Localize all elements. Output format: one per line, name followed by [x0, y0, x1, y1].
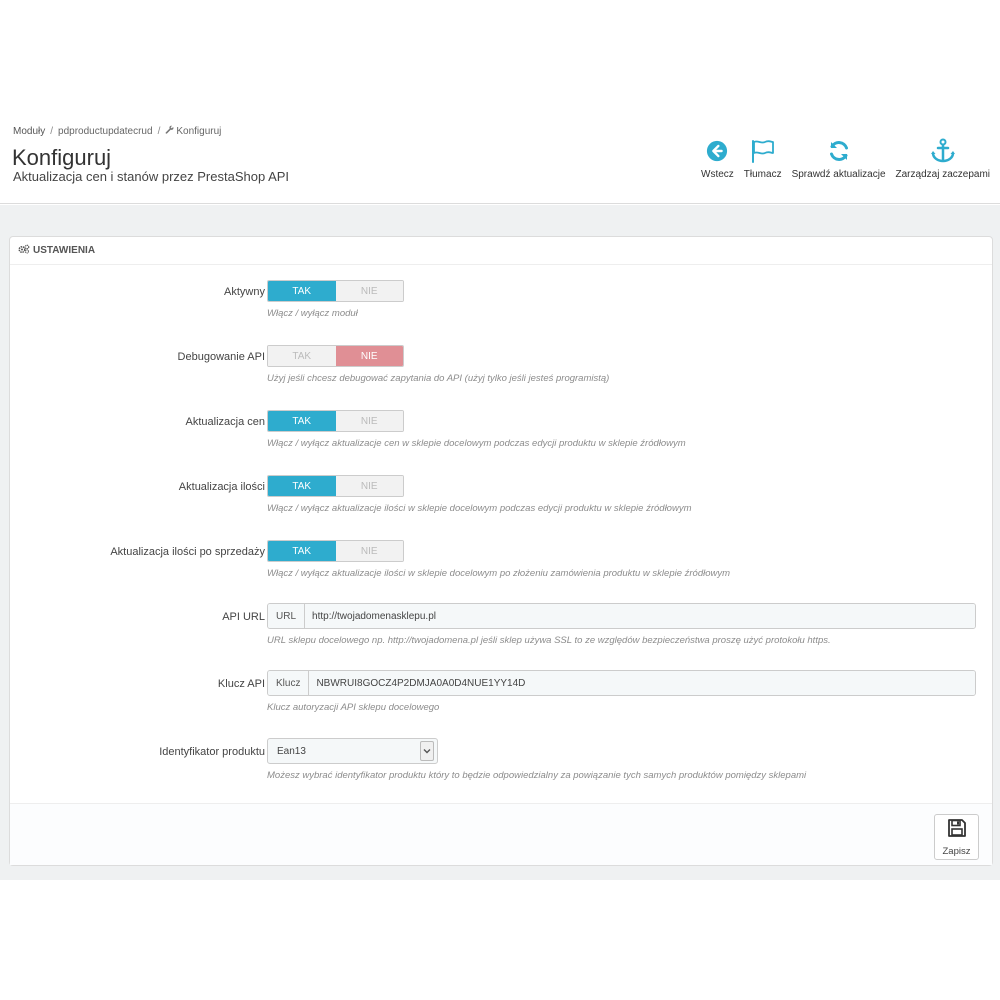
- switch-no[interactable]: NIE: [335, 541, 403, 561]
- product-id-select-value: Ean13: [277, 745, 306, 757]
- api-key-input-group: Klucz NBWRUI8GOCZ4P2DMJA0A0D4NUE1YY14D: [267, 670, 976, 696]
- page-header: Moduły / pdproductupdatecrud / Konfiguruj Ko…: [0, 112, 1000, 204]
- breadcrumb-separator: /: [157, 126, 161, 137]
- field-label: Identyfikator produktu: [159, 746, 265, 758]
- field-help: Włącz / wyłącz aktualizacje cen w sklepi…: [267, 438, 686, 449]
- manage-hooks-button[interactable]: Zarządzaj zaczepami: [891, 136, 995, 180]
- field-label: API URL: [222, 611, 265, 623]
- breadcrumb-item-configure: Konfiguruj: [176, 126, 222, 137]
- switch-no[interactable]: NIE: [335, 281, 403, 301]
- field-help: Włącz / wyłącz moduł: [267, 308, 358, 319]
- page: Moduły / pdproductupdatecrud / Konfiguruj Ko…: [0, 0, 1000, 1000]
- active-switch[interactable]: TAK NIE: [267, 280, 404, 302]
- breadcrumb-item-modules[interactable]: Moduły: [13, 126, 45, 137]
- switch-yes[interactable]: TAK: [268, 346, 336, 366]
- product-id-select[interactable]: Ean13: [267, 738, 438, 764]
- api-url-addon: URL: [268, 604, 306, 628]
- switch-no[interactable]: NIE: [335, 476, 403, 496]
- api-key-input[interactable]: NBWRUI8GOCZ4P2DMJA0A0D4NUE1YY14D: [309, 671, 975, 695]
- field-label: Klucz API: [217, 678, 265, 690]
- translate-button-label: Tłumacz: [743, 169, 782, 180]
- arrow-left-circle-icon: [706, 136, 728, 166]
- panel-title: USTAWIENIA: [33, 245, 96, 256]
- qty-update-switch[interactable]: TAK NIE: [267, 475, 404, 497]
- api-key-addon: Klucz: [268, 671, 310, 695]
- flag-icon: [750, 136, 776, 166]
- gears-icon: [18, 244, 30, 257]
- breadcrumb: Moduły / pdproductupdatecrud / Konfiguruj: [13, 125, 221, 137]
- panel-heading: USTAWIENIA: [10, 237, 992, 265]
- chevron-down-icon: [420, 741, 434, 761]
- switch-yes[interactable]: TAK: [268, 411, 336, 431]
- field-help: Włącz / wyłącz aktualizacje ilości w skl…: [267, 568, 731, 579]
- page-subtitle: Aktualizacja cen i stanów przez PrestaSh…: [13, 169, 290, 184]
- field-label: Aktywny: [224, 286, 265, 298]
- switch-no[interactable]: NIE: [335, 411, 403, 431]
- page-title: Konfiguruj: [12, 145, 112, 170]
- field-help: Klucz autoryzacji API sklepu docelowego: [267, 702, 440, 713]
- field-help: URL sklepu docelowego np. http://twojado…: [267, 635, 831, 646]
- floppy-disk-icon: [947, 818, 967, 843]
- field-label: Debugowanie API: [177, 351, 265, 363]
- field-label: Aktualizacja cen: [185, 416, 266, 428]
- panel-footer: Zapisz: [10, 803, 992, 865]
- check-updates-button[interactable]: Sprawdź aktualizacje: [787, 136, 891, 180]
- switch-yes[interactable]: TAK: [268, 541, 336, 561]
- save-button[interactable]: Zapisz: [934, 814, 979, 860]
- api-url-input[interactable]: http://twojadomenasklepu.pl: [305, 604, 975, 628]
- api-url-input-group: URL http://twojadomenasklepu.pl: [267, 603, 976, 629]
- field-help: Możesz wybrać identyfikator produktu któ…: [267, 770, 807, 781]
- manage-hooks-button-label: Zarządzaj zaczepami: [895, 169, 990, 180]
- price-update-switch[interactable]: TAK NIE: [267, 410, 404, 432]
- save-button-label: Zapisz: [942, 845, 971, 857]
- field-help: Użyj jeśli chcesz debugować zapytania do…: [267, 373, 610, 384]
- wrench-icon: [165, 125, 174, 137]
- refresh-icon: [827, 136, 851, 166]
- settings-panel: USTAWIENIA Aktywny TAK NIE Włącz / wyłąc…: [9, 236, 993, 866]
- anchor-icon: [930, 136, 956, 166]
- translate-button[interactable]: Tłumacz: [739, 136, 787, 180]
- debug-switch[interactable]: TAK NIE: [267, 345, 404, 367]
- back-button[interactable]: Wstecz: [696, 136, 739, 180]
- field-label: Aktualizacja ilości po sprzedaży: [110, 546, 265, 558]
- switch-yes[interactable]: TAK: [268, 476, 336, 496]
- field-label: Aktualizacja ilości: [178, 481, 265, 493]
- qty-after-sale-switch[interactable]: TAK NIE: [267, 540, 404, 562]
- breadcrumb-separator: /: [50, 126, 54, 137]
- breadcrumb-item-module[interactable]: pdproductupdatecrud: [58, 126, 153, 137]
- switch-no[interactable]: NIE: [335, 346, 403, 366]
- field-help: Włącz / wyłącz aktualizacje ilości w skl…: [267, 503, 692, 514]
- toolbar: Wstecz Tłumacz Sprawdź aktualizacje Zarz…: [696, 136, 995, 180]
- switch-yes[interactable]: TAK: [268, 281, 336, 301]
- back-button-label: Wstecz: [701, 169, 734, 180]
- check-updates-button-label: Sprawdź aktualizacje: [791, 169, 886, 180]
